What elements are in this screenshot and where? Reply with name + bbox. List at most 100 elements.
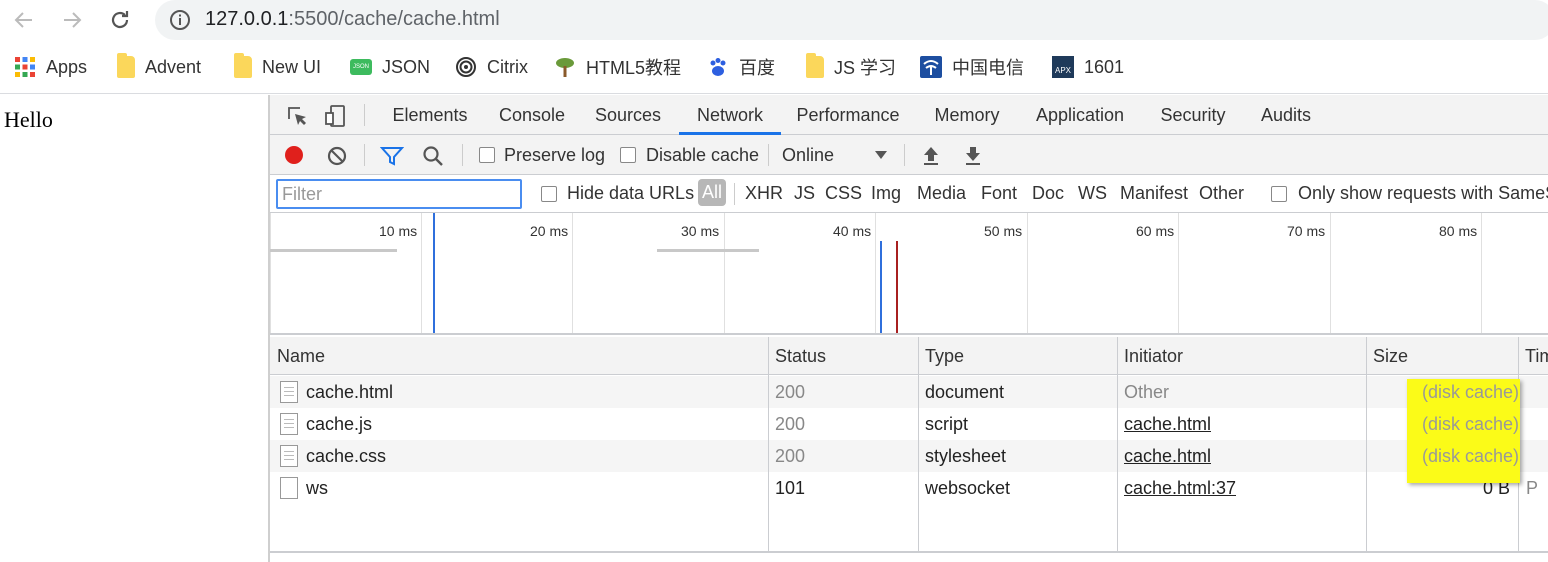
toolbar-divider <box>904 144 905 166</box>
url-text[interactable]: 127.0.0.1:5500/cache/cache.html <box>205 8 500 31</box>
bookmark-json[interactable]: JSON JSON <box>350 54 430 80</box>
column-divider[interactable] <box>1117 337 1118 552</box>
bookmark-label: JSON <box>382 56 431 77</box>
filter-input[interactable]: Filter <box>276 179 522 209</box>
stylesheet-file-icon <box>280 445 298 467</box>
back-button[interactable] <box>10 6 38 34</box>
bookmark-apps[interactable]: Apps <box>14 54 87 80</box>
bookmarks-bar: Apps Advent New UI JSON JSON Citrix HTML… <box>0 40 1548 94</box>
filter-type-other[interactable]: Other <box>1199 183 1244 204</box>
tab-memory[interactable]: Memory <box>920 95 1014 135</box>
tab-application[interactable]: Application <box>1022 95 1138 135</box>
filter-type-js[interactable]: JS <box>794 183 815 204</box>
samesite-checkbox[interactable] <box>1271 186 1287 202</box>
url-host: 127.0.0.1 <box>205 8 289 30</box>
disk-cache-highlight: (disk cache) (disk cache) (disk cache) <box>1407 379 1520 483</box>
filter-type-all[interactable]: All <box>698 179 727 206</box>
filter-toggle-button[interactable] <box>380 145 404 167</box>
overview-tick: 60 ms <box>1136 223 1175 239</box>
column-header-name[interactable]: Name <box>270 337 768 375</box>
json-icon: JSON <box>350 59 372 75</box>
request-initiator-link[interactable]: cache.html <box>1124 408 1211 440</box>
filter-type-img[interactable]: Img <box>871 183 901 204</box>
column-divider[interactable] <box>918 337 919 552</box>
devtools-tabbar: Elements Console Sources Network Perform… <box>270 95 1548 135</box>
table-row[interactable]: cache.css 200 stylesheet cache.html <box>270 440 1548 472</box>
overview-gridline <box>875 213 876 333</box>
tab-sources[interactable]: Sources <box>583 95 673 135</box>
overview-gridline <box>270 213 271 333</box>
download-icon <box>966 147 980 165</box>
column-divider[interactable] <box>768 337 769 552</box>
search-button[interactable] <box>422 145 444 167</box>
request-size: (disk cache) <box>1421 446 1519 466</box>
table-row[interactable]: cache.js 200 script cache.html <box>270 408 1548 440</box>
toolbar-divider <box>462 144 463 166</box>
hide-data-urls-checkbox[interactable] <box>541 186 557 202</box>
folder-icon <box>117 53 135 78</box>
bookmark-html5[interactable]: HTML5教程 <box>554 54 681 80</box>
column-header-size[interactable]: Size <box>1366 337 1518 375</box>
request-bar <box>270 249 397 252</box>
bookmark-label: 百度 <box>739 58 775 78</box>
filter-type-manifest[interactable]: Manifest <box>1120 183 1188 204</box>
disable-cache-checkbox[interactable] <box>620 147 636 163</box>
filter-type-xhr[interactable]: XHR <box>745 183 783 204</box>
tab-security[interactable]: Security <box>1146 95 1240 135</box>
tab-console[interactable]: Console <box>485 95 579 135</box>
bookmark-citrix[interactable]: Citrix <box>455 54 528 80</box>
bookmark-js[interactable]: JS 学习 <box>806 53 896 80</box>
table-header: Name Status Type Initiator Size Tim <box>270 337 1548 375</box>
address-bar[interactable]: 127.0.0.1:5500/cache/cache.html <box>155 0 1548 40</box>
network-filter-bar: Filter Hide data URLs All XHR JS CSS Img… <box>270 175 1548 213</box>
tab-audits[interactable]: Audits <box>1246 95 1326 135</box>
table-row[interactable]: ws 101 websocket cache.html:37 0 B P <box>270 472 1548 504</box>
bookmark-label: Advent <box>145 56 202 77</box>
clear-button[interactable] <box>326 145 348 167</box>
request-initiator-link[interactable]: cache.html:37 <box>1124 472 1236 504</box>
preserve-log-checkbox[interactable] <box>479 147 495 163</box>
column-header-type[interactable]: Type <box>918 337 1117 375</box>
reload-button[interactable] <box>106 6 134 34</box>
filter-type-css[interactable]: CSS <box>825 183 862 204</box>
filter-type-media[interactable]: Media <box>917 183 966 204</box>
overview-gridline <box>1027 213 1028 333</box>
column-header-time[interactable]: Tim <box>1518 337 1548 375</box>
request-bar <box>657 249 759 252</box>
tab-elements[interactable]: Elements <box>378 95 482 135</box>
table-row[interactable]: cache.html 200 document Other <box>270 376 1548 408</box>
network-overview[interactable]: 10 ms 20 ms 30 ms 40 ms 50 ms 60 ms 70 m… <box>270 213 1548 335</box>
filter-type-doc[interactable]: Doc <box>1032 183 1064 204</box>
bookmark-label: 1601 <box>1084 56 1125 77</box>
filter-type-font[interactable]: Font <box>981 183 1017 204</box>
record-button[interactable] <box>284 145 304 165</box>
inspect-element-button[interactable] <box>284 103 310 129</box>
import-har-button[interactable] <box>920 144 942 166</box>
request-size: (disk cache) <box>1421 414 1519 434</box>
bookmark-new-ui[interactable]: New UI <box>234 53 321 80</box>
export-har-button[interactable] <box>962 144 984 166</box>
column-divider[interactable] <box>1366 337 1367 552</box>
column-header-status[interactable]: Status <box>768 337 918 375</box>
upload-icon <box>924 147 938 165</box>
bookmark-1601[interactable]: APX 1601 <box>1052 54 1124 80</box>
bookmark-baidu[interactable]: 百度 <box>707 54 775 80</box>
inspect-cursor-icon <box>288 107 306 125</box>
throttling-select[interactable]: Online <box>782 145 892 166</box>
column-header-initiator[interactable]: Initiator <box>1117 337 1366 375</box>
toolbar-divider <box>768 144 769 166</box>
filter-type-ws[interactable]: WS <box>1078 183 1107 204</box>
bookmark-china-telecom[interactable]: 中国电信 <box>920 54 1024 80</box>
request-name: ws <box>306 478 328 498</box>
bookmark-advent[interactable]: Advent <box>117 53 202 80</box>
device-toolbar-button[interactable] <box>322 103 348 129</box>
forward-button[interactable] <box>58 6 86 34</box>
info-icon[interactable] <box>169 9 191 31</box>
request-name: cache.css <box>306 446 387 466</box>
tab-network[interactable]: Network <box>679 95 781 135</box>
request-initiator-link[interactable]: cache.html <box>1124 440 1211 472</box>
tab-performance[interactable]: Performance <box>785 95 911 135</box>
overview-gridline <box>421 213 422 333</box>
funnel-icon <box>380 147 404 166</box>
device-mode-icon <box>325 105 345 127</box>
